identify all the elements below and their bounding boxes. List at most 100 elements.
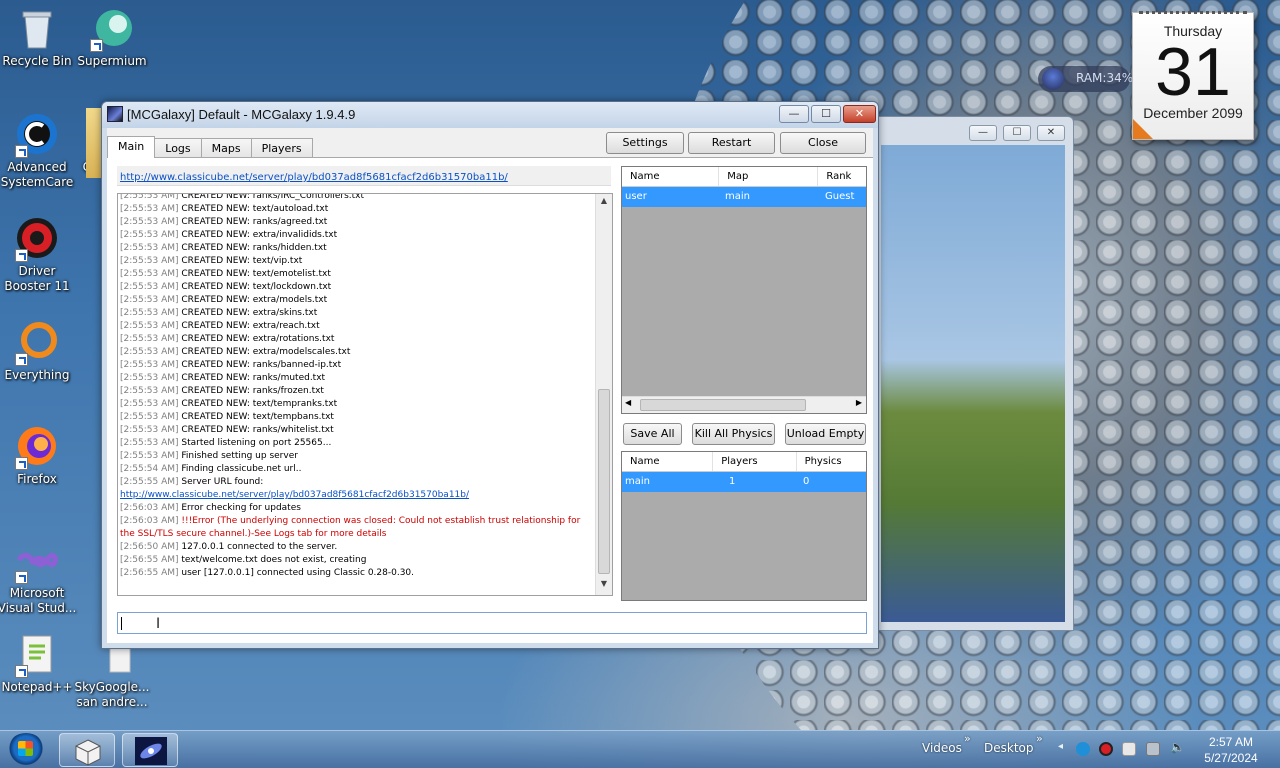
- log-line: [2:55:53 AM] Started listening on port 2…: [120, 437, 596, 450]
- minimize-button[interactable]: —: [969, 125, 997, 141]
- column-header[interactable]: Name: [622, 167, 720, 186]
- tray-network-icon[interactable]: [1146, 742, 1160, 756]
- toolbar-chevron-icon[interactable]: »: [1036, 732, 1043, 745]
- calendar-gadget[interactable]: Thursday 31 December 2099: [1132, 11, 1254, 140]
- scroll-right-icon[interactable]: ▶: [856, 398, 862, 407]
- column-header[interactable]: Players: [713, 452, 797, 471]
- players-grid[interactable]: Name Map Rank user main Guest ◀ ▶: [621, 166, 867, 414]
- tray-action-center-icon[interactable]: [1122, 742, 1136, 756]
- log-timestamp: [2:55:53 AM]: [120, 334, 179, 344]
- log-timestamp: [2:56:03 AM]: [120, 516, 179, 526]
- ram-gadget[interactable]: RAM:34%: [1038, 66, 1133, 92]
- maximize-button[interactable]: ☐: [811, 105, 841, 123]
- map-name-cell: main: [625, 476, 650, 487]
- log-message: CREATED NEW: ranks/frozen.txt: [181, 386, 324, 396]
- save-all-button[interactable]: Save All: [623, 423, 682, 445]
- scroll-down-icon[interactable]: ▼: [596, 579, 612, 593]
- close-button[interactable]: ✕: [1037, 125, 1065, 141]
- log-message: !!!Error (The underlying connection was …: [181, 516, 581, 526]
- settings-button[interactable]: Settings: [606, 132, 684, 154]
- column-header[interactable]: Name: [622, 452, 714, 471]
- toolbar-chevron-icon[interactable]: »: [964, 732, 971, 745]
- desktop-icon-visual-studio[interactable]: Microsoft Visual Stud...: [0, 538, 77, 616]
- scroll-thumb[interactable]: [598, 389, 610, 574]
- desktop-icon-supermium[interactable]: Supermium: [72, 6, 152, 69]
- log-message: CREATED NEW: text/tempranks.txt: [181, 399, 338, 409]
- desktop-icon-recycle-bin[interactable]: Recycle Bin: [0, 6, 77, 69]
- log-line: [2:56:55 AM] user [127.0.0.1] connected …: [120, 567, 596, 580]
- game-viewport[interactable]: [881, 145, 1065, 622]
- log-url-link[interactable]: http://www.classicube.net/server/play/bd…: [120, 490, 469, 500]
- server-url-link[interactable]: http://www.classicube.net/server/play/bd…: [120, 172, 508, 183]
- taskbar-app-classicube[interactable]: [59, 733, 115, 767]
- start-button[interactable]: [7, 733, 45, 767]
- table-row[interactable]: user main Guest: [622, 187, 866, 207]
- scroll-left-icon[interactable]: ◀: [625, 398, 631, 407]
- toolbar-videos[interactable]: Videos: [922, 741, 962, 755]
- scroll-thumb[interactable]: [640, 399, 806, 411]
- maximize-button[interactable]: ☐: [1003, 125, 1031, 141]
- kill-all-physics-button[interactable]: Kill All Physics: [692, 423, 775, 445]
- desktop-icon-notepadpp[interactable]: Notepad++: [0, 632, 77, 695]
- log-timestamp: [2:55:53 AM]: [120, 193, 179, 201]
- tray-expand-icon[interactable]: ◂: [1058, 741, 1072, 755]
- desktop-icon-everything[interactable]: Everything: [0, 320, 77, 383]
- minimize-button[interactable]: —: [779, 105, 809, 123]
- text-caret: [121, 617, 122, 630]
- player-name-cell: user: [625, 191, 647, 202]
- notepadpp-icon: [15, 632, 59, 678]
- unload-empty-button[interactable]: Unload Empty: [785, 423, 866, 445]
- ibeam-cursor-icon: I: [156, 616, 161, 632]
- log-timestamp: [2:56:55 AM]: [120, 555, 179, 565]
- system-clock[interactable]: 2:57 AM 5/27/2024: [1199, 734, 1263, 766]
- maps-grid[interactable]: Name Players Physics main 1 0: [621, 451, 867, 601]
- tray-app-icon[interactable]: [1076, 742, 1090, 756]
- desktop-icon-firefox[interactable]: Firefox: [0, 424, 77, 487]
- toolbar-desktop[interactable]: Desktop: [984, 741, 1034, 755]
- log-timestamp: [2:55:53 AM]: [120, 217, 179, 227]
- calendar-day-number: 31: [1155, 34, 1231, 110]
- command-input[interactable]: I: [117, 612, 867, 634]
- classicube-game-window[interactable]: — ☐ ✕: [870, 116, 1074, 631]
- title-bar[interactable]: [MCGalaxy] Default - MCGalaxy 1.9.4.9 — …: [102, 102, 878, 128]
- players-hscrollbar[interactable]: ◀ ▶: [622, 396, 866, 413]
- taskbar-app-mcgalaxy[interactable]: [122, 733, 178, 767]
- ram-meter-icon: [1042, 68, 1064, 90]
- log-line: [2:55:53 AM] CREATED NEW: ranks/frozen.t…: [120, 385, 596, 398]
- log-line: [2:55:53 AM] CREATED NEW: text/tempbans.…: [120, 411, 596, 424]
- tab-players[interactable]: Players: [250, 138, 313, 158]
- log-timestamp: [2:55:53 AM]: [120, 451, 179, 461]
- log-message: CREATED NEW: extra/invalidids.txt: [181, 230, 338, 240]
- recycle-bin-icon: [15, 6, 59, 50]
- restart-button[interactable]: Restart: [688, 132, 775, 154]
- log-line: [2:55:53 AM] Finished setting up server: [120, 450, 596, 463]
- log-line: http://www.classicube.net/server/play/bd…: [120, 489, 596, 502]
- console-log[interactable]: [2:55:53 AM] CREATED NEW: ranks/IRC_Cont…: [117, 193, 613, 596]
- log-timestamp: [2:55:53 AM]: [120, 282, 179, 292]
- close-window-button[interactable]: ✕: [843, 105, 876, 123]
- log-message: CREATED NEW: extra/reach.txt: [181, 321, 320, 331]
- table-row[interactable]: main 1 0: [622, 472, 866, 492]
- close-server-button[interactable]: Close: [780, 132, 866, 154]
- desktop-icon-advanced-systemcare[interactable]: Advanced SystemCare: [0, 112, 77, 190]
- maps-grid-header: Name Players Physics: [622, 452, 866, 472]
- log-message: Finished setting up server: [181, 451, 298, 461]
- tray-volume-icon[interactable]: 🔈: [1170, 740, 1185, 754]
- log-line: [2:55:53 AM] CREATED NEW: ranks/muted.tx…: [120, 372, 596, 385]
- desktop-icon-driver-booster[interactable]: Driver Booster 11: [0, 216, 77, 294]
- log-message: Finding classicube.net url..: [181, 464, 302, 474]
- log-message: CREATED NEW: text/autoload.txt: [181, 204, 329, 214]
- tab-logs[interactable]: Logs: [154, 138, 202, 158]
- log-line: [2:55:53 AM] CREATED NEW: text/autoload.…: [120, 203, 596, 216]
- column-header[interactable]: Map: [719, 167, 819, 186]
- log-scrollbar[interactable]: ▲ ▼: [595, 194, 612, 595]
- column-header[interactable]: Physics: [797, 452, 866, 471]
- tray-driver-booster-icon[interactable]: [1099, 742, 1113, 756]
- scroll-up-icon[interactable]: ▲: [596, 196, 612, 210]
- tab-maps[interactable]: Maps: [200, 138, 252, 158]
- log-message: user [127.0.0.1] connected using Classic…: [181, 568, 415, 578]
- column-header[interactable]: Rank: [818, 167, 866, 186]
- mcgalaxy-window[interactable]: [MCGalaxy] Default - MCGalaxy 1.9.4.9 — …: [101, 101, 879, 649]
- tab-main[interactable]: Main: [107, 136, 156, 158]
- log-line: [2:55:53 AM] CREATED NEW: text/lockdown.…: [120, 281, 596, 294]
